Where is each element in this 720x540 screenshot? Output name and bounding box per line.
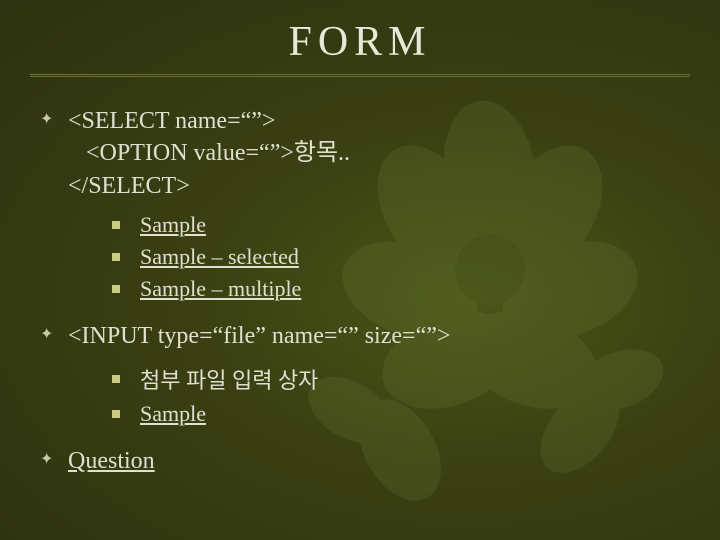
attach-file-label: 첨부 파일 입력 상자 xyxy=(140,363,318,395)
sub-item: Sample xyxy=(112,212,680,238)
square-bullet-icon xyxy=(112,410,120,418)
square-bullet-icon xyxy=(112,253,120,261)
star-bullet-icon: ✦ xyxy=(40,320,68,344)
sub-item: Sample – selected xyxy=(112,244,680,270)
bullet-item-input: ✦ <INPUT type=“file” name=“” size=“”> xyxy=(40,320,680,352)
input-code-text: <INPUT type=“file” name=“” size=“”> xyxy=(68,320,450,352)
sample-link[interactable]: Sample xyxy=(140,212,206,238)
sub-item: Sample xyxy=(112,401,680,427)
sample-selected-link[interactable]: Sample – selected xyxy=(140,244,299,270)
square-bullet-icon xyxy=(112,375,120,383)
slide-content: ✦ <SELECT name=“”> <OPTION value=“”>항목..… xyxy=(0,77,720,477)
input-sub-list: 첨부 파일 입력 상자 Sample xyxy=(40,363,680,427)
bullet-item-select: ✦ <SELECT name=“”> <OPTION value=“”>항목..… xyxy=(40,105,680,202)
sample-file-link[interactable]: Sample xyxy=(140,401,206,427)
square-bullet-icon xyxy=(112,285,120,293)
star-bullet-icon: ✦ xyxy=(40,445,68,469)
slide-title: FORM xyxy=(0,0,720,74)
bullet-item-question: ✦ Question xyxy=(40,445,680,477)
sub-item: 첨부 파일 입력 상자 xyxy=(112,363,680,395)
square-bullet-icon xyxy=(112,221,120,229)
select-sub-list: Sample Sample – selected Sample – multip… xyxy=(40,212,680,302)
question-link[interactable]: Question xyxy=(68,448,155,474)
sub-item: Sample – multiple xyxy=(112,276,680,302)
star-bullet-icon: ✦ xyxy=(40,105,68,129)
sample-multiple-link[interactable]: Sample – multiple xyxy=(140,276,301,302)
select-code-text: <SELECT name=“”> <OPTION value=“”>항목.. <… xyxy=(68,105,350,202)
